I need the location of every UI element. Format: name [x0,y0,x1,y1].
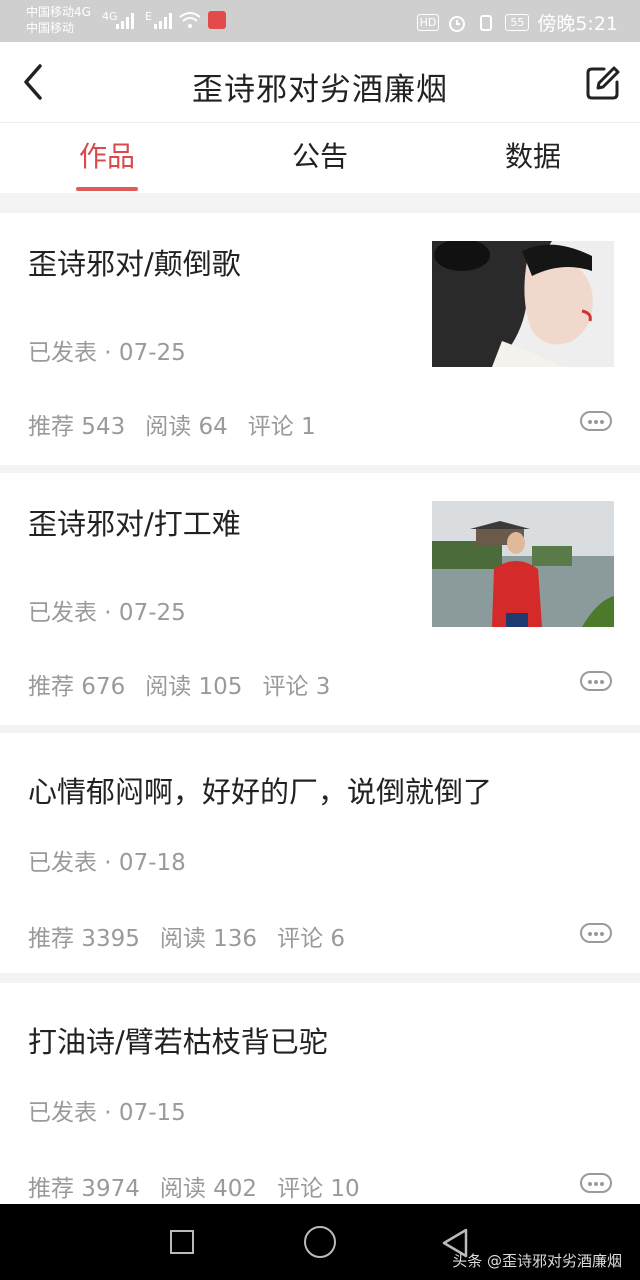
more-options-icon[interactable] [580,411,612,431]
comment-count: 评论 3 [262,674,331,700]
post-date: 已发表 · 07-15 [28,1100,186,1126]
read-count: 阅读 136 [159,926,258,952]
system-nav-bar: 头条 @歪诗邪对劣酒廉烟 [0,1204,640,1280]
post-date: 已发表 · 07-25 [28,600,186,626]
recommend-count: 推荐 3395 [28,926,140,952]
recommend-count: 推荐 676 [28,674,126,700]
recents-icon[interactable] [170,1230,194,1254]
signal-icon-2 [154,13,172,29]
post-card[interactable]: 打油诗/臂若枯枝背已驼 已发表 · 07-15 推荐 3974 阅读 402 评论 … [0,983,640,1213]
status-bar: 中国移动4G 中国移动 4G E HD 55 傍晚5:21 [0,0,640,42]
post-stats: 推荐 3974 阅读 402 评论 10 [28,1169,380,1203]
app-notification-icon [208,11,226,29]
alarm-icon [449,15,466,32]
post-card[interactable]: 歪诗邪对/打工难 已发表 · 07-25 推荐 676 阅读 105 评论 3 [0,473,640,725]
tab-data[interactable]: 数据 [463,135,603,175]
app-header: 歪诗邪对劣酒廉烟 [0,42,640,123]
post-date: 已发表 · 07-18 [28,850,186,876]
more-options-icon[interactable] [580,671,612,691]
tab-works[interactable]: 作品 [37,135,177,175]
clock: 傍晚5:21 [537,13,618,35]
comment-count: 评论 1 [247,414,316,440]
battery-level: 55 [505,14,530,31]
post-title[interactable]: 心情郁闷啊，好好的厂，说倒就倒了 [28,769,492,811]
wifi-icon [179,12,201,28]
signal-icon [116,13,134,29]
network-type-2: E [145,10,152,23]
post-title[interactable]: 打油诗/臂若枯枝背已驼 [28,1019,328,1061]
more-options-icon[interactable] [580,923,612,943]
carrier-info: 中国移动4G 中国移动 [26,4,91,36]
status-right: HD 55 傍晚5:21 [416,9,618,36]
post-card[interactable]: 心情郁闷啊，好好的厂，说倒就倒了 已发表 · 07-18 推荐 3395 阅读 1… [0,733,640,973]
read-count: 阅读 402 [159,1176,258,1202]
edit-icon[interactable] [584,64,622,102]
read-count: 阅读 105 [145,674,243,700]
post-stats: 推荐 676 阅读 105 评论 3 [28,667,350,701]
page-title: 歪诗邪对劣酒廉烟 [192,72,448,108]
recommend-count: 推荐 3974 [28,1176,140,1202]
post-thumbnail[interactable] [432,241,614,367]
comment-count: 评论 6 [277,926,346,952]
comment-count: 评论 10 [277,1176,360,1202]
carrier-2: 中国移动 [26,21,75,35]
post-date: 已发表 · 07-25 [28,340,186,366]
tab-announcements[interactable]: 公告 [250,135,390,175]
post-stats: 推荐 3395 阅读 136 评论 6 [28,919,365,953]
active-tab-indicator [76,187,138,191]
post-title[interactable]: 歪诗邪对/打工难 [28,501,241,543]
read-count: 阅读 64 [145,414,228,440]
more-options-icon[interactable] [580,1173,612,1193]
post-title[interactable]: 歪诗邪对/颠倒歌 [28,241,241,283]
post-thumbnail[interactable] [432,501,614,627]
recommend-count: 推荐 543 [28,414,126,440]
carrier-1: 中国移动4G [26,5,91,19]
home-icon[interactable] [304,1226,336,1258]
watermark: 头条 @歪诗邪对劣酒廉烟 [452,1252,622,1270]
hd-badge: HD [416,14,440,31]
vibrate-icon [480,14,493,31]
post-card[interactable]: 歪诗邪对/颠倒歌 已发表 · 07-25 推荐 543 阅读 64 评论 1 [0,213,640,465]
post-stats: 推荐 543 阅读 64 评论 1 [28,407,336,441]
tab-bar: 作品 公告 数据 [0,123,640,193]
